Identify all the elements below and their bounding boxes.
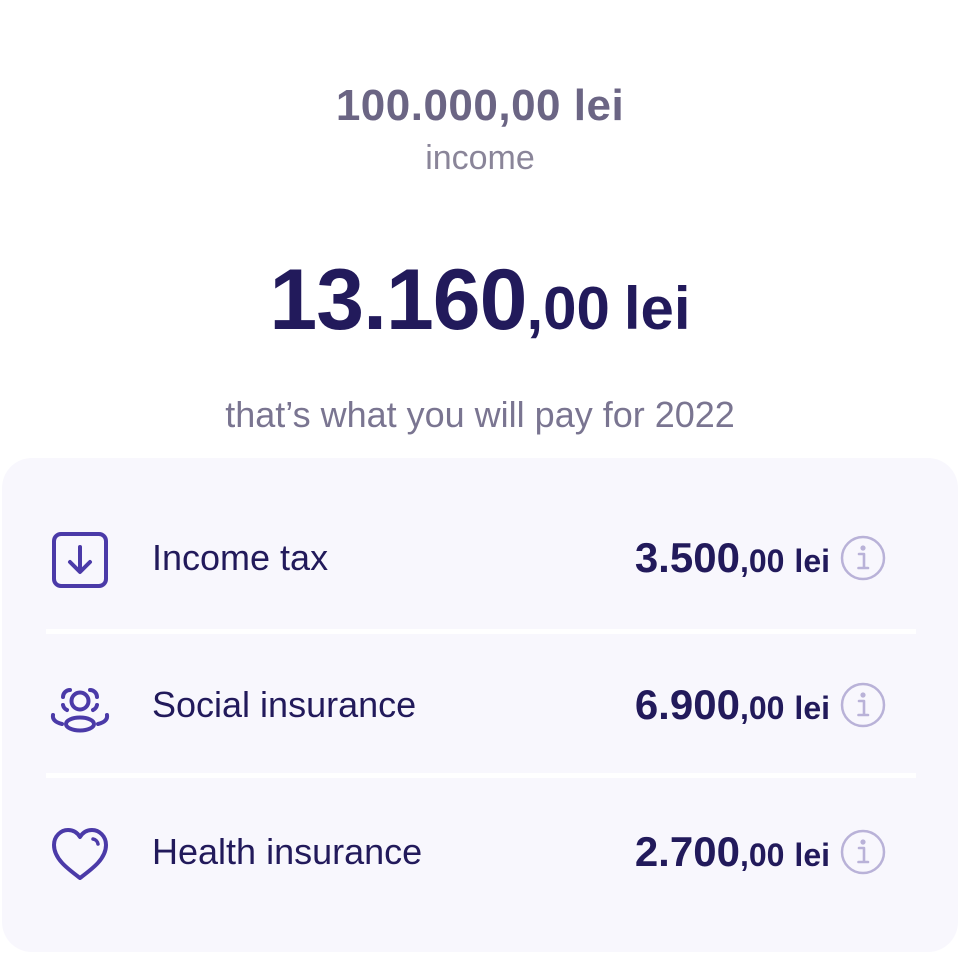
info-icon[interactable] <box>840 829 886 875</box>
tax-breakdown-card: Income tax 3.500,00 lei Social insurance… <box>2 458 958 952</box>
info-icon[interactable] <box>840 682 886 728</box>
breakdown-value: 3.500,00 lei <box>635 508 830 618</box>
income-summary: 100.000,00 lei income <box>0 78 960 180</box>
total-caption: that’s what you will pay for 2022 <box>225 394 735 435</box>
total-amount-currency: lei <box>623 275 691 342</box>
breakdown-value-currency: lei <box>794 543 830 579</box>
heart-icon <box>48 822 112 886</box>
breakdown-row-social-insurance: Social insurance 6.900,00 lei <box>2 655 958 755</box>
total-summary: 13.160,00 lei that’s what you will pay fo… <box>0 248 960 439</box>
breakdown-value-currency: lei <box>794 690 830 726</box>
breakdown-row-income-tax: Income tax 3.500,00 lei <box>2 508 958 608</box>
breakdown-label: Health insurance <box>152 831 423 872</box>
total-amount-decimals: ,00 <box>526 275 610 342</box>
download-box-icon <box>48 528 112 592</box>
income-amount: 100.000,00 lei <box>335 81 625 130</box>
breakdown-value-currency: lei <box>794 837 830 873</box>
people-group-icon <box>48 675 112 739</box>
breakdown-label: Social insurance <box>152 684 417 725</box>
breakdown-value: 6.900,00 lei <box>635 655 830 765</box>
breakdown-value-decimals: ,00 <box>739 837 785 873</box>
row-divider <box>46 773 916 778</box>
income-label: income <box>425 139 535 177</box>
tax-summary-screen: 100.000,00 lei income 13.160,00 lei that’… <box>0 0 960 960</box>
breakdown-value-integer: 6.900 <box>634 681 740 728</box>
total-amount-integer: 13.160 <box>269 252 527 348</box>
row-divider <box>46 629 916 634</box>
breakdown-value-integer: 2.700 <box>634 828 740 875</box>
breakdown-value: 2.700,00 lei <box>635 802 830 912</box>
info-icon[interactable] <box>840 535 886 581</box>
breakdown-value-decimals: ,00 <box>739 690 785 726</box>
breakdown-value-decimals: ,00 <box>739 543 785 579</box>
breakdown-value-integer: 3.500 <box>634 534 740 581</box>
total-amount: 13.160,00 lei <box>0 248 960 377</box>
breakdown-label: Income tax <box>152 537 329 578</box>
breakdown-row-health-insurance: Health insurance 2.700,00 lei <box>2 802 958 902</box>
